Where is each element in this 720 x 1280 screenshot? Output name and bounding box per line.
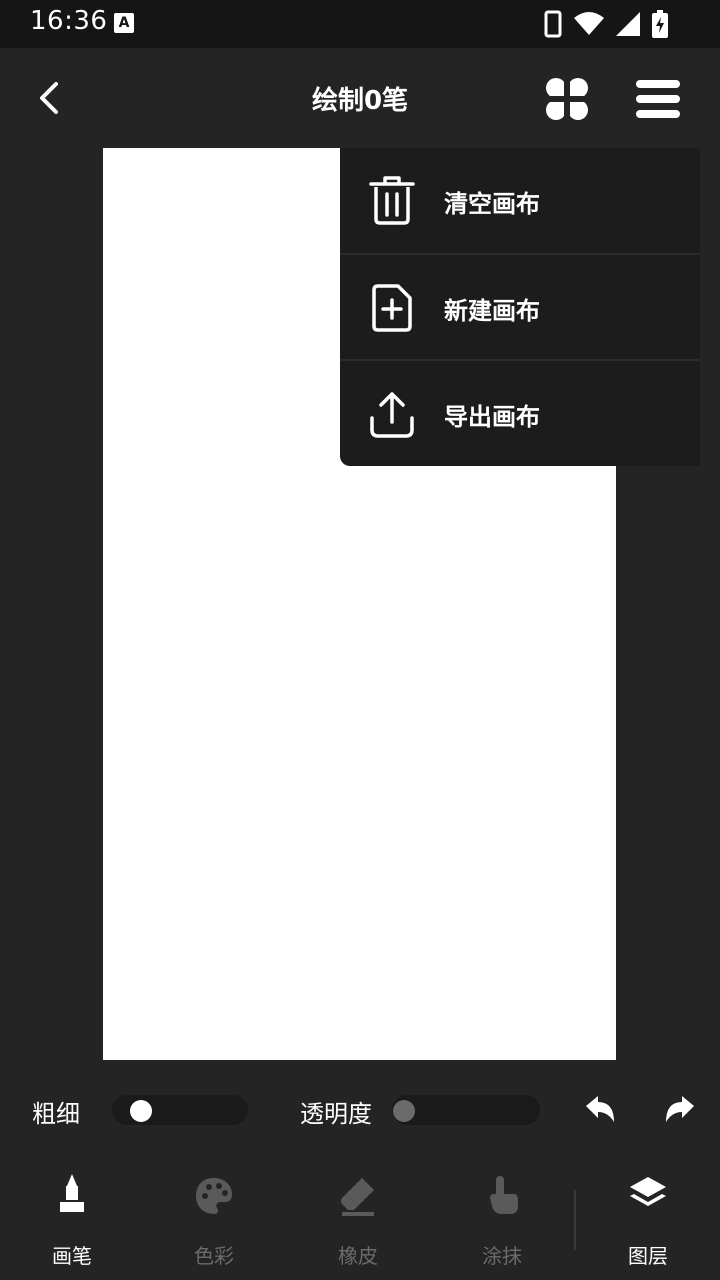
nav-brush[interactable]: 画笔 bbox=[0, 1150, 144, 1280]
brush-controls: 粗细 透明度 bbox=[0, 1080, 720, 1140]
nav-layers[interactable]: 图层 bbox=[576, 1150, 720, 1280]
export-canvas-item[interactable]: 导出画布 bbox=[340, 361, 700, 467]
nav-color[interactable]: 色彩 bbox=[142, 1150, 286, 1280]
trash-icon bbox=[369, 176, 415, 225]
grid-icon[interactable] bbox=[544, 76, 590, 122]
thickness-slider-knob[interactable] bbox=[129, 1100, 152, 1122]
nav-eraser[interactable]: 橡皮 bbox=[286, 1150, 430, 1280]
nav-brush-label: 画笔 bbox=[52, 1244, 92, 1268]
dropdown-menu: 清空画布 新建画布 导出画布 bbox=[340, 148, 700, 466]
redo-icon[interactable] bbox=[662, 1092, 698, 1128]
clear-canvas-item[interactable]: 清空画布 bbox=[340, 148, 700, 254]
nav-smudge-label: 涂抹 bbox=[482, 1244, 522, 1268]
battery-icon bbox=[652, 10, 668, 38]
new-canvas-item[interactable]: 新建画布 bbox=[340, 255, 700, 361]
phone-icon bbox=[544, 10, 562, 38]
nav-color-label: 色彩 bbox=[194, 1244, 234, 1268]
wifi-icon bbox=[574, 12, 604, 35]
thickness-label: 粗细 bbox=[32, 1100, 80, 1128]
app-bar: 绘制0笔 bbox=[0, 48, 720, 148]
export-icon bbox=[370, 392, 414, 438]
new-canvas-label: 新建画布 bbox=[444, 297, 540, 325]
nav-layers-label: 图层 bbox=[628, 1244, 668, 1268]
palette-icon bbox=[196, 1178, 232, 1214]
clear-canvas-label: 清空画布 bbox=[444, 190, 540, 218]
nav-smudge[interactable]: 涂抹 bbox=[430, 1150, 574, 1280]
status-bar: 16:36 A bbox=[0, 0, 720, 48]
bottom-nav: 画笔 色彩 橡皮 涂抹 图层 bbox=[0, 1150, 720, 1280]
export-canvas-label: 导出画布 bbox=[444, 403, 540, 431]
layers-icon bbox=[630, 1177, 666, 1206]
opacity-slider-knob[interactable] bbox=[393, 1100, 415, 1122]
page-title: 绘制0笔 bbox=[311, 86, 409, 116]
brush-icon bbox=[60, 1174, 84, 1212]
opacity-label: 透明度 bbox=[300, 1100, 372, 1128]
nav-eraser-label: 橡皮 bbox=[338, 1244, 378, 1268]
undo-icon[interactable] bbox=[582, 1092, 618, 1128]
new-file-icon bbox=[372, 284, 412, 332]
menu-icon[interactable] bbox=[634, 76, 682, 122]
signal-icon bbox=[616, 12, 640, 36]
notification-icon: A bbox=[114, 13, 134, 33]
smudge-icon bbox=[490, 1176, 518, 1214]
status-time: 16:36 bbox=[30, 6, 108, 36]
eraser-icon bbox=[341, 1178, 374, 1216]
status-icons bbox=[544, 9, 668, 39]
